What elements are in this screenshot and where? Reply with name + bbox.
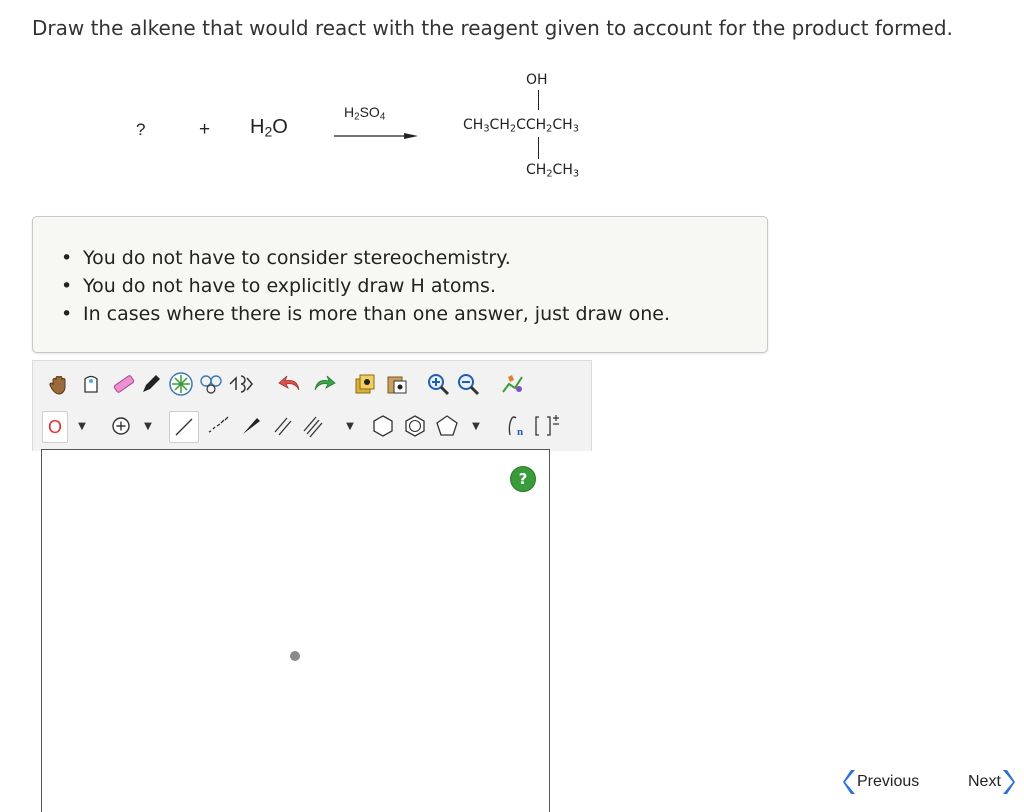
redo-icon[interactable]	[309, 369, 337, 399]
instructions-list: You do not have to consider stereochemis…	[61, 244, 670, 328]
polymer-bracket-icon[interactable]: n	[503, 411, 531, 441]
drawing-canvas[interactable]	[41, 449, 550, 812]
water-reactant: H2O	[250, 116, 288, 140]
chevron-left-icon	[843, 770, 855, 794]
hashed-bond-icon[interactable]	[203, 411, 231, 441]
question-text: Draw the alkene that would react with th…	[32, 16, 953, 40]
previous-label: Previous	[857, 773, 920, 790]
wedge-bond-icon[interactable]	[237, 411, 265, 441]
next-label: Next	[968, 773, 1001, 790]
product-ethyl-branch: CH2CH3	[526, 162, 580, 180]
templates-icon[interactable]	[167, 369, 195, 399]
unknown-reactant: ?	[136, 120, 146, 139]
zoom-out-icon[interactable]	[455, 369, 483, 399]
canvas-cursor-dot	[290, 651, 300, 661]
product-main-chain: CH3CH2CCH2CH3	[463, 117, 579, 135]
toolbar-row-bottom: O ▼ ▼ ▼ ▼ n	[33, 407, 591, 447]
double-bond-icon[interactable]	[269, 411, 297, 441]
undo-icon[interactable]	[277, 369, 305, 399]
product-bond-down	[538, 137, 539, 159]
next-button[interactable]: Next	[968, 769, 1015, 795]
cyclopentane-icon[interactable]	[433, 411, 461, 441]
charge-icon[interactable]	[107, 411, 135, 441]
element-symbol: O	[47, 416, 62, 437]
rings-icon[interactable]	[197, 369, 225, 399]
chain-icon[interactable]	[227, 369, 255, 399]
reagent-label: H2SO4	[344, 104, 386, 123]
charged-bracket-icon[interactable]	[533, 411, 561, 441]
sketcher-toolbar: O ▼ ▼ ▼ ▼ n	[32, 360, 592, 451]
product-bond-up	[538, 90, 539, 110]
lasso-select-icon[interactable]	[77, 369, 105, 399]
pencil-icon[interactable]	[137, 369, 165, 399]
toolbar-row-top	[33, 365, 591, 405]
benzene-icon[interactable]	[401, 411, 429, 441]
ring-dropdown-icon[interactable]: ▼	[471, 415, 481, 437]
charge-dropdown-icon[interactable]: ▼	[143, 415, 153, 437]
element-dropdown-icon[interactable]: ▼	[77, 415, 87, 437]
instructions-box: You do not have to consider stereochemis…	[32, 216, 768, 353]
bond-dropdown-icon[interactable]: ▼	[345, 415, 355, 437]
instruction-item: In cases where there is more than one an…	[61, 300, 670, 328]
chevron-right-icon	[1002, 770, 1015, 794]
hand-icon[interactable]	[45, 369, 73, 399]
svg-text:n: n	[517, 426, 523, 438]
clean-structure-icon[interactable]	[499, 369, 527, 399]
eraser-icon[interactable]	[109, 369, 137, 399]
previous-button[interactable]: Previous	[843, 769, 919, 795]
product-hydroxyl: OH	[526, 72, 548, 88]
element-selector[interactable]: O	[42, 411, 68, 443]
instruction-item: You do not have to consider stereochemis…	[61, 244, 670, 272]
plus-sign: +	[199, 119, 211, 140]
zoom-in-icon[interactable]	[425, 369, 453, 399]
reaction-arrow	[334, 133, 418, 139]
single-bond-tool[interactable]	[169, 411, 199, 443]
instruction-item: You do not have to explicitly draw H ato…	[61, 272, 670, 300]
cyclohexane-icon[interactable]	[369, 411, 397, 441]
help-button[interactable]: ?	[510, 466, 536, 492]
triple-bond-icon[interactable]	[299, 411, 327, 441]
paste-icon[interactable]	[383, 369, 411, 399]
copy-3d-icon[interactable]	[351, 369, 379, 399]
